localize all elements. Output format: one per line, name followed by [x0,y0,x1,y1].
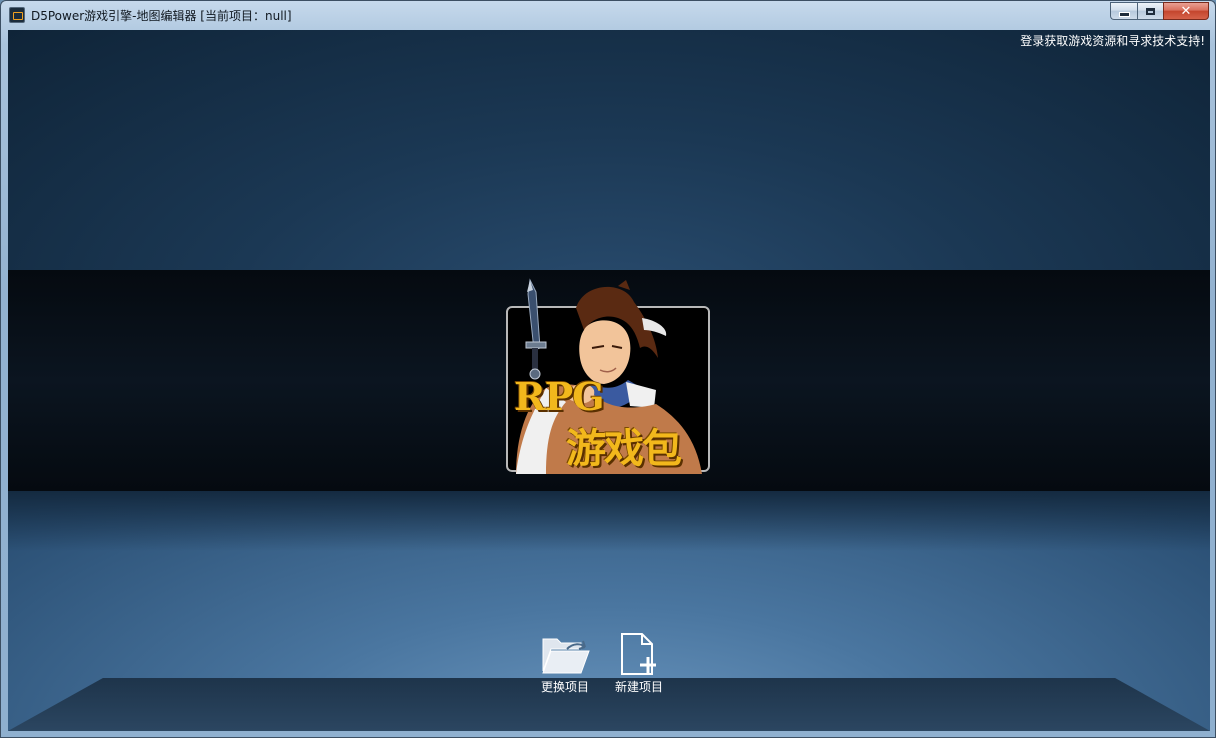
title-bar[interactable]: D5Power游戏引擎-地图编辑器 [当前项目：null] ✕ [1,1,1215,29]
new-project-button[interactable]: 新建项目 [609,633,669,695]
new-project-label: 新建项目 [614,680,663,694]
main-content: 登录获取游戏资源和寻求技术支持! RPG 游戏包 更换项目 新建项目 [8,30,1210,731]
switch-project-button[interactable]: 更换项目 [535,633,595,695]
app-window: D5Power游戏引擎-地图编辑器 [当前项目：null] ✕ 登录获取游戏资源… [0,0,1216,738]
app-icon[interactable] [9,7,25,23]
switch-project-label: 更换项目 [540,680,589,694]
sword-icon [525,278,547,380]
close-button[interactable]: ✕ [1163,2,1209,20]
folder-open-icon [542,638,590,674]
maximize-button[interactable] [1137,2,1163,20]
logo-text-game-pack: 游戏包 [566,426,682,472]
window-title: D5Power游戏引擎-地图编辑器 [当前项目：null] [31,9,292,23]
minimize-button[interactable] [1110,2,1137,20]
logo-text-rpg: RPG [514,374,605,419]
background-top [8,30,1210,270]
maximize-icon [1138,3,1163,19]
login-support-link[interactable]: 登录获取游戏资源和寻求技术支持! [1020,32,1205,49]
window-controls: ✕ [1110,2,1209,21]
rpg-game-pack-logo[interactable]: RPG 游戏包 [506,278,710,474]
new-file-icon [621,633,656,675]
close-icon: ✕ [1180,3,1192,19]
minimize-icon [1111,3,1137,19]
